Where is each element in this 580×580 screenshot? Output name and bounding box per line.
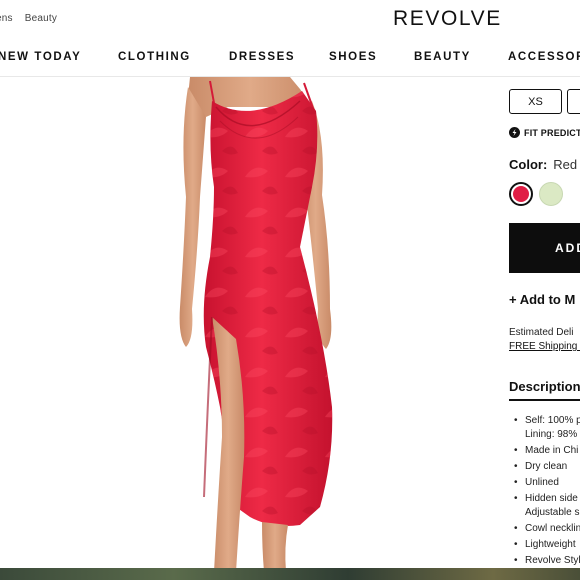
free-shipping-link[interactable]: FREE Shipping &: [509, 340, 580, 354]
product-details-panel: XS FIT PREDICT Color:Red ADD + Add to M …: [505, 77, 580, 570]
main-nav: NEW TODAY CLOTHING DRESSES SHOES BEAUTY …: [0, 51, 580, 67]
description-list: Self: 100% poLining: 98% r Made in Chi D…: [513, 414, 580, 570]
delivery-info: Estimated Deli FREE Shipping &: [509, 326, 580, 354]
fit-predictor-icon: [509, 127, 520, 138]
description-underline: [509, 399, 580, 401]
description-item: Unlined: [513, 476, 580, 490]
top-bar: ens Beauty REVOLVE: [0, 0, 580, 40]
description-item: Cowl necklin: [513, 522, 580, 536]
product-image[interactable]: [0, 77, 487, 572]
nav-item-accessories[interactable]: ACCESSOR: [508, 51, 580, 63]
nav-item-clothing[interactable]: CLOTHING: [118, 51, 191, 63]
description-item: Dry clean: [513, 460, 580, 474]
top-links: ens Beauty: [0, 13, 57, 24]
fit-predictor-label: FIT PREDICT: [524, 127, 580, 138]
fit-predictor[interactable]: FIT PREDICT: [509, 127, 580, 138]
color-row: Color: Red: [509, 157, 577, 172]
nav-item-dresses[interactable]: DRESSES: [229, 51, 295, 63]
color-swatch-green[interactable]: [539, 182, 563, 206]
description-item: Hidden sideAdjustable s: [513, 492, 580, 520]
description-item: Revolve Styl: [513, 554, 580, 568]
nav-item-shoes[interactable]: SHOES: [329, 51, 377, 63]
delivery-label: Estimated Deli: [509, 327, 574, 338]
nav-item-new-today[interactable]: NEW TODAY: [0, 51, 81, 63]
description-item: Self: 100% poLining: 98% r: [513, 414, 580, 442]
revolve-logo[interactable]: REVOLVE: [393, 7, 502, 31]
size-button-xs[interactable]: XS: [509, 89, 562, 114]
color-value: Red: [553, 157, 578, 172]
description-heading[interactable]: Description: [509, 379, 580, 394]
model-lower-leg: [262, 522, 288, 572]
top-link-beauty[interactable]: Beauty: [25, 13, 57, 24]
description-item: Lightweight: [513, 538, 580, 552]
size-button-next[interactable]: [567, 89, 580, 114]
description-item: Made in Chi: [513, 444, 580, 458]
color-swatch-red[interactable]: [509, 182, 533, 206]
bottom-media-strip: [0, 568, 580, 580]
add-to-bag-button[interactable]: ADD: [509, 223, 580, 273]
add-to-wishlist[interactable]: + Add to M: [509, 292, 575, 307]
model-left-arm: [179, 87, 206, 347]
product-photo-illustration: [179, 77, 333, 572]
nav-item-beauty[interactable]: BEAUTY: [414, 51, 471, 63]
color-label: Color:: [509, 157, 548, 172]
top-link-mens[interactable]: ens: [0, 13, 13, 24]
